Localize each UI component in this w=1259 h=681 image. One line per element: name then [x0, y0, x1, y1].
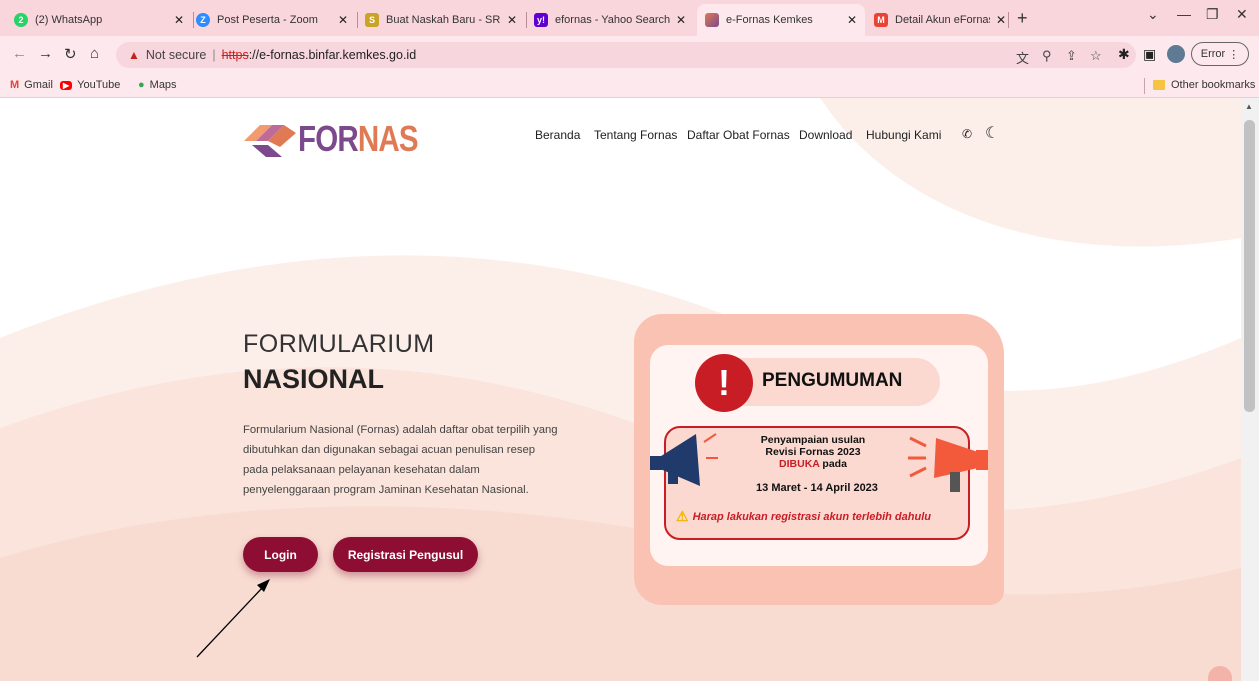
announcement-warning: ⚠ Harap lakukan registrasi akun terlebih…	[676, 508, 966, 525]
window-close-icon[interactable]: ✕	[1236, 6, 1248, 23]
bookmark-label: Maps	[149, 79, 177, 91]
whatsapp-icon: 2	[14, 13, 28, 27]
tab-title: Post Peserta - Zoom	[217, 14, 318, 26]
security-label[interactable]: Not secure	[146, 48, 206, 62]
fornas-logo[interactable]: FORNAS	[242, 118, 444, 160]
tab-separator	[1008, 12, 1009, 28]
announcement-heading: PENGUMUMAN	[762, 370, 903, 391]
bookmark-youtube[interactable]: ▶ YouTube	[60, 79, 120, 91]
divider: |	[212, 48, 216, 62]
zoom-icon: Z	[196, 13, 210, 27]
share-icon[interactable]: ⇪	[1066, 48, 1077, 64]
tab-yahoo[interactable]: y! efornas - Yahoo Search Results ✕	[526, 4, 694, 36]
browser-tab-strip: 2 (2) WhatsApp ✕ Z Post Peserta - Zoom ✕…	[0, 0, 1259, 36]
hero-title-line1: FORMULARIUM	[243, 330, 435, 358]
tab-whatsapp[interactable]: 2 (2) WhatsApp ✕	[6, 4, 192, 36]
announcement-line3: DIBUKA pada	[740, 458, 886, 470]
profile-avatar[interactable]	[1167, 45, 1185, 63]
tab-title: e-Fornas Kemkes	[726, 14, 813, 26]
close-icon[interactable]: ✕	[507, 13, 517, 27]
tab-srikandi[interactable]: S Buat Naskah Baru - SRIKANDI ✕	[357, 4, 525, 36]
tab-e-fornas[interactable]: e-Fornas Kemkes ✕	[697, 4, 865, 36]
fornas-icon	[705, 13, 719, 27]
extensions-puzzle-icon[interactable]: ✱	[1118, 46, 1130, 63]
tab-zoom[interactable]: Z Post Peserta - Zoom ✕	[188, 4, 356, 36]
fornas-logo-icon	[244, 125, 296, 157]
tab-gmail-detail[interactable]: M Detail Akun eFornas Anda ✕	[866, 4, 1014, 36]
warning-triangle-icon: ⚠	[676, 508, 689, 524]
url-host: ://e-fornas.binfar.kemkes.go.id	[248, 48, 417, 62]
tab-title: efornas - Yahoo Search Results	[555, 14, 670, 26]
nav-download[interactable]: Download	[799, 128, 852, 142]
browser-toolbar: ← → ↻ ⌂ ▲ Not secure | https ://e-fornas…	[0, 36, 1259, 74]
register-button[interactable]: Registrasi Pengusul	[333, 537, 478, 572]
bookmark-label: YouTube	[77, 79, 121, 91]
hero-description: Formularium Nasional (Fornas) adalah daf…	[243, 424, 558, 496]
nav-tentang-fornas[interactable]: Tentang Fornas	[594, 128, 677, 142]
announcement-warning-text: Harap lakukan registrasi akun terlebih d…	[692, 510, 931, 523]
youtube-icon: ▶	[60, 80, 73, 90]
scrollbar-thumb[interactable]	[1244, 120, 1255, 412]
bookmarks-bar: M Gmail ▶ YouTube ● Maps Other bookmarks	[0, 74, 1259, 98]
reload-icon[interactable]: ↻	[64, 45, 77, 63]
close-icon[interactable]: ✕	[996, 13, 1006, 27]
close-icon[interactable]: ✕	[847, 13, 857, 27]
tab-title: Detail Akun eFornas Anda	[895, 14, 990, 26]
address-bar[interactable]: ▲ Not secure | https ://e-fornas.binfar.…	[116, 42, 1136, 68]
logo-wordmark: FORNAS	[298, 118, 419, 159]
announcement-dibuka: DIBUKA	[779, 458, 820, 470]
warning-triangle-icon: ▲	[128, 48, 140, 62]
close-icon[interactable]: ✕	[174, 13, 184, 27]
zoom-magnifier-icon[interactable]: ⚲	[1042, 48, 1052, 64]
whatsapp-icon[interactable]: ✆	[962, 127, 972, 141]
other-bookmarks-folder[interactable]: Other bookmarks	[1153, 79, 1255, 91]
forward-arrow-icon[interactable]: →	[38, 45, 53, 62]
back-arrow-icon[interactable]: ←	[12, 45, 27, 62]
home-icon[interactable]: ⌂	[90, 45, 99, 62]
restore-icon[interactable]: ❐	[1206, 6, 1219, 23]
exclamation-icon: !	[695, 354, 753, 412]
tab-search-chevron-icon[interactable]: ⌄	[1147, 6, 1159, 23]
maps-icon: ●	[138, 79, 145, 91]
dark-mode-moon-icon[interactable]: ☾	[985, 123, 999, 143]
nav-beranda[interactable]: Beranda	[535, 128, 580, 142]
scroll-up-arrow-icon[interactable]: ▲	[1245, 102, 1253, 111]
nav-daftar-obat-fornas[interactable]: Daftar Obat Fornas	[687, 128, 790, 142]
nav-hubungi-kami[interactable]: Hubungi Kami	[866, 128, 941, 142]
announcement-date-range: 13 Maret - 14 April 2023	[756, 482, 878, 494]
hero-title-line2: NASIONAL	[243, 364, 384, 394]
folder-icon	[1153, 80, 1165, 90]
error-label: Error	[1200, 48, 1226, 60]
yahoo-icon: y!	[534, 13, 548, 27]
bookmark-label: Gmail	[24, 79, 53, 91]
bookmarks-divider	[1144, 78, 1145, 94]
bookmark-star-icon[interactable]: ☆	[1090, 48, 1102, 64]
error-button[interactable]: Error ⋮	[1191, 42, 1249, 66]
background-waves	[0, 98, 1241, 681]
bookmark-gmail[interactable]: M Gmail	[10, 79, 53, 91]
announcement-line1: Penyampaian usulan	[760, 434, 866, 446]
bookmark-maps[interactable]: ● Maps	[138, 79, 177, 91]
login-button[interactable]: Login	[243, 537, 318, 572]
gmail-icon: M	[874, 13, 888, 27]
url-scheme: https	[221, 48, 249, 62]
bookmark-label: Other bookmarks	[1171, 79, 1256, 91]
translate-icon[interactable]: 文	[1016, 48, 1029, 67]
side-panel-icon[interactable]: ▣	[1143, 46, 1156, 63]
new-tab-button[interactable]: +	[1017, 8, 1028, 29]
minimize-icon[interactable]: —	[1177, 6, 1191, 22]
tab-title: Buat Naskah Baru - SRIKANDI	[386, 14, 501, 26]
close-icon[interactable]: ✕	[338, 13, 348, 27]
srikandi-icon: S	[365, 13, 379, 27]
gmail-icon: M	[10, 79, 20, 91]
tab-title: (2) WhatsApp	[35, 14, 103, 26]
announcement-pada: pada	[822, 458, 847, 470]
close-icon[interactable]: ✕	[676, 13, 686, 27]
page-viewport: FORNAS Beranda Tentang Fornas Daftar Oba…	[0, 98, 1241, 681]
announcement-line2: Revisi Fornas 2023	[765, 446, 861, 458]
